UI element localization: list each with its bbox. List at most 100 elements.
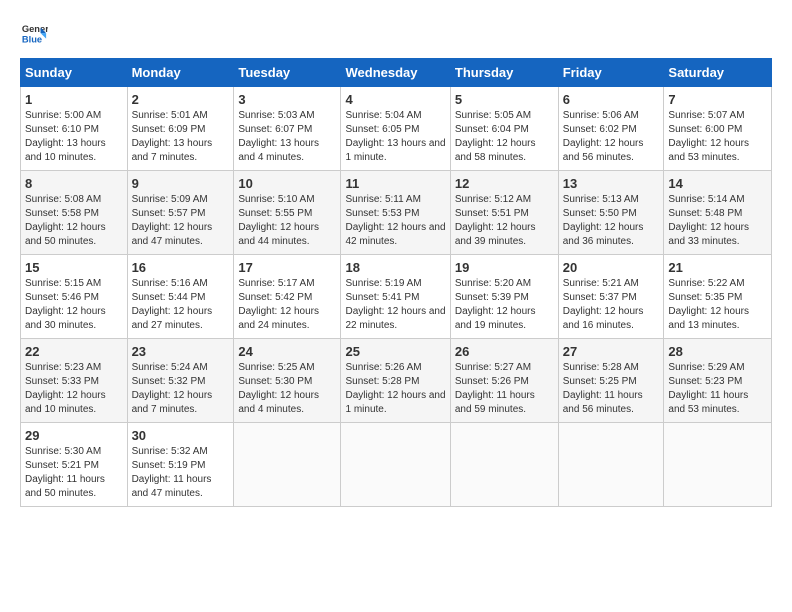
day-info: Sunrise: 5:23 AM Sunset: 5:33 PM Dayligh… [25,361,123,417]
calendar-cell: 25 Sunrise: 5:26 AM Sunset: 5:28 PM Dayli… [341,339,450,423]
calendar-table: SundayMondayTuesdayWednesdayThursdayFrid… [20,58,772,507]
day-number: 13 [563,176,660,191]
calendar-cell [558,423,664,507]
calendar-cell: 29Sunrise: 5:30 AM Sunset: 5:21 PM Dayli… [21,423,128,507]
day-info: Sunrise: 5:17 AM Sunset: 5:42 PM Dayligh… [238,277,336,333]
calendar-cell: 19 Sunrise: 5:20 AM Sunset: 5:39 PM Dayli… [450,255,558,339]
column-header-thursday: Thursday [450,59,558,87]
day-info: Sunrise: 5:01 AM Sunset: 6:09 PM Dayligh… [132,109,230,165]
calendar-week-5: 29Sunrise: 5:30 AM Sunset: 5:21 PM Dayli… [21,423,772,507]
column-header-saturday: Saturday [664,59,772,87]
column-header-friday: Friday [558,59,664,87]
calendar-cell: 16 Sunrise: 5:16 AM Sunset: 5:44 PM Dayli… [127,255,234,339]
day-info: Sunrise: 5:05 AM Sunset: 6:04 PM Dayligh… [455,109,554,165]
day-info: Sunrise: 5:20 AM Sunset: 5:39 PM Dayligh… [455,277,554,333]
day-number: 24 [238,344,336,359]
calendar-cell: 10Sunrise: 5:10 AM Sunset: 5:55 PM Dayli… [234,171,341,255]
calendar-cell: 11 Sunrise: 5:11 AM Sunset: 5:53 PM Dayli… [341,171,450,255]
day-info: Sunrise: 5:28 AM Sunset: 5:25 PM Dayligh… [563,361,660,417]
column-header-sunday: Sunday [21,59,128,87]
calendar-cell [664,423,772,507]
day-info: Sunrise: 5:29 AM Sunset: 5:23 PM Dayligh… [668,361,767,417]
day-info: Sunrise: 5:12 AM Sunset: 5:51 PM Dayligh… [455,193,554,249]
day-info: Sunrise: 5:14 AM Sunset: 5:48 PM Dayligh… [668,193,767,249]
calendar-cell: 2 Sunrise: 5:01 AM Sunset: 6:09 PM Daylig… [127,87,234,171]
calendar-week-2: 8 Sunrise: 5:08 AM Sunset: 5:58 PM Daylig… [21,171,772,255]
day-info: Sunrise: 5:11 AM Sunset: 5:53 PM Dayligh… [345,193,445,249]
day-number: 25 [345,344,445,359]
day-number: 8 [25,176,123,191]
calendar-cell: 3 Sunrise: 5:03 AM Sunset: 6:07 PM Daylig… [234,87,341,171]
day-number: 17 [238,260,336,275]
svg-text:Blue: Blue [22,34,42,44]
calendar-cell: 22 Sunrise: 5:23 AM Sunset: 5:33 PM Dayli… [21,339,128,423]
calendar-cell [450,423,558,507]
day-info: Sunrise: 5:32 AM Sunset: 5:19 PM Dayligh… [132,445,230,501]
calendar-cell: 21 Sunrise: 5:22 AM Sunset: 5:35 PM Dayli… [664,255,772,339]
calendar-cell: 27 Sunrise: 5:28 AM Sunset: 5:25 PM Dayli… [558,339,664,423]
day-number: 14 [668,176,767,191]
calendar-cell: 12 Sunrise: 5:12 AM Sunset: 5:51 PM Dayli… [450,171,558,255]
day-number: 4 [345,92,445,107]
column-header-monday: Monday [127,59,234,87]
calendar-cell: 8 Sunrise: 5:08 AM Sunset: 5:58 PM Daylig… [21,171,128,255]
calendar-cell: 17 Sunrise: 5:17 AM Sunset: 5:42 PM Dayli… [234,255,341,339]
calendar-cell: 30 Sunrise: 5:32 AM Sunset: 5:19 PM Dayli… [127,423,234,507]
day-number: 10 [238,176,336,191]
day-number: 5 [455,92,554,107]
logo-icon: General Blue [20,20,48,48]
day-info: Sunrise: 5:04 AM Sunset: 6:05 PM Dayligh… [345,109,445,165]
logo: General Blue [20,20,52,48]
day-info: Sunrise: 5:03 AM Sunset: 6:07 PM Dayligh… [238,109,336,165]
day-info: Sunrise: 5:16 AM Sunset: 5:44 PM Dayligh… [132,277,230,333]
calendar-cell: 15 Sunrise: 5:15 AM Sunset: 5:46 PM Dayli… [21,255,128,339]
day-number: 16 [132,260,230,275]
day-number: 19 [455,260,554,275]
day-number: 12 [455,176,554,191]
day-info: Sunrise: 5:09 AM Sunset: 5:57 PM Dayligh… [132,193,230,249]
day-info: Sunrise: 5:25 AM Sunset: 5:30 PM Dayligh… [238,361,336,417]
day-number: 1 [25,92,123,107]
day-info: Sunrise: 5:00 AM Sunset: 6:10 PM Dayligh… [25,109,123,165]
calendar-cell: 1 Sunrise: 5:00 AM Sunset: 6:10 PM Daylig… [21,87,128,171]
column-header-wednesday: Wednesday [341,59,450,87]
day-info: Sunrise: 5:27 AM Sunset: 5:26 PM Dayligh… [455,361,554,417]
calendar-header-row: SundayMondayTuesdayWednesdayThursdayFrid… [21,59,772,87]
day-number: 18 [345,260,445,275]
day-number: 9 [132,176,230,191]
day-number: 2 [132,92,230,107]
calendar-cell: 13 Sunrise: 5:13 AM Sunset: 5:50 PM Dayli… [558,171,664,255]
day-info: Sunrise: 5:26 AM Sunset: 5:28 PM Dayligh… [345,361,445,417]
day-info: Sunrise: 5:22 AM Sunset: 5:35 PM Dayligh… [668,277,767,333]
day-info: Sunrise: 5:19 AM Sunset: 5:41 PM Dayligh… [345,277,445,333]
day-info: Sunrise: 5:08 AM Sunset: 5:58 PM Dayligh… [25,193,123,249]
day-number: 22 [25,344,123,359]
calendar-cell: 5 Sunrise: 5:05 AM Sunset: 6:04 PM Daylig… [450,87,558,171]
day-info: Sunrise: 5:13 AM Sunset: 5:50 PM Dayligh… [563,193,660,249]
day-number: 11 [345,176,445,191]
calendar-cell: 28 Sunrise: 5:29 AM Sunset: 5:23 PM Dayli… [664,339,772,423]
day-number: 23 [132,344,230,359]
calendar-week-1: 1 Sunrise: 5:00 AM Sunset: 6:10 PM Daylig… [21,87,772,171]
day-info: Sunrise: 5:24 AM Sunset: 5:32 PM Dayligh… [132,361,230,417]
day-info: Sunrise: 5:15 AM Sunset: 5:46 PM Dayligh… [25,277,123,333]
day-info: Sunrise: 5:06 AM Sunset: 6:02 PM Dayligh… [563,109,660,165]
day-number: 29 [25,428,123,443]
day-number: 15 [25,260,123,275]
calendar-week-3: 15 Sunrise: 5:15 AM Sunset: 5:46 PM Dayli… [21,255,772,339]
page-header: General Blue [20,20,772,48]
calendar-cell: 7Sunrise: 5:07 AM Sunset: 6:00 PM Daylig… [664,87,772,171]
calendar-cell: 24 Sunrise: 5:25 AM Sunset: 5:30 PM Dayli… [234,339,341,423]
day-number: 26 [455,344,554,359]
calendar-cell: 4 Sunrise: 5:04 AM Sunset: 6:05 PM Daylig… [341,87,450,171]
calendar-cell: 9 Sunrise: 5:09 AM Sunset: 5:57 PM Daylig… [127,171,234,255]
calendar-cell: 26 Sunrise: 5:27 AM Sunset: 5:26 PM Dayli… [450,339,558,423]
day-number: 3 [238,92,336,107]
day-number: 28 [668,344,767,359]
day-number: 21 [668,260,767,275]
calendar-cell: 18 Sunrise: 5:19 AM Sunset: 5:41 PM Dayli… [341,255,450,339]
calendar-week-4: 22 Sunrise: 5:23 AM Sunset: 5:33 PM Dayli… [21,339,772,423]
day-number: 30 [132,428,230,443]
day-number: 20 [563,260,660,275]
day-number: 27 [563,344,660,359]
